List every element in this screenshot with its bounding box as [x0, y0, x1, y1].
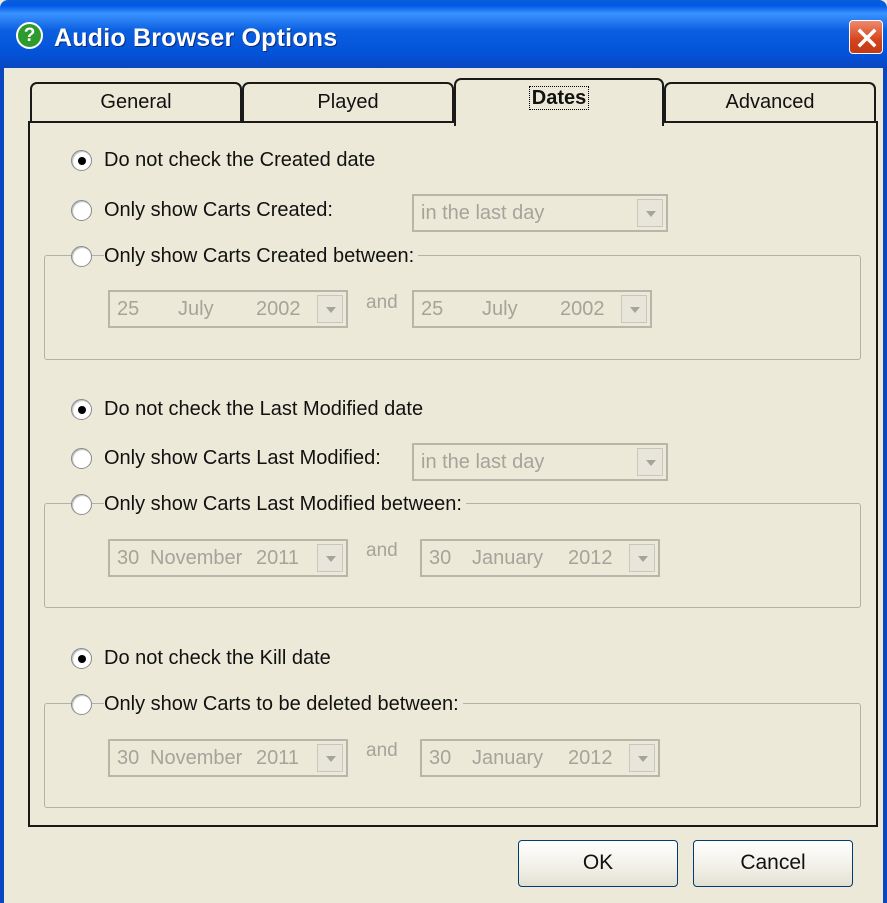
- created-only-show-option[interactable]: Only show Carts Created:: [71, 196, 337, 224]
- created-to-date-picker[interactable]: 25 July 2002: [412, 290, 652, 328]
- created-from-month: July: [178, 298, 214, 320]
- created-from-day: 25: [117, 298, 140, 320]
- cancel-button[interactable]: Cancel: [693, 840, 853, 887]
- kill-to-day: 30: [429, 747, 452, 769]
- created-no-check-radio[interactable]: [71, 149, 92, 171]
- kill-from-day: 30: [117, 747, 140, 769]
- modified-from-date-picker[interactable]: 30 November 2011: [108, 539, 348, 577]
- chevron-down-icon[interactable]: [317, 544, 343, 572]
- title-bar: ? Audio Browser Options: [0, 0, 887, 68]
- close-button[interactable]: [849, 20, 883, 54]
- modified-only-show-radio[interactable]: [71, 447, 92, 469]
- modified-from-month: November: [150, 547, 243, 569]
- chevron-down-icon[interactable]: [621, 295, 647, 323]
- modified-to-year: 2012: [568, 547, 613, 569]
- tab-played-label: Played: [317, 91, 379, 113]
- created-only-show-radio[interactable]: [71, 199, 92, 221]
- modified-period-value: in the last day: [421, 451, 545, 473]
- window-title: Audio Browser Options: [54, 24, 338, 52]
- created-period-value: in the last day: [421, 202, 545, 224]
- window-border-left: [0, 68, 4, 903]
- chevron-down-icon[interactable]: [629, 544, 655, 572]
- created-between-option[interactable]: Only show Carts Created between:: [71, 242, 419, 270]
- kill-to-date-picker[interactable]: 30 January 2012: [420, 739, 660, 777]
- created-and-label: and: [366, 292, 398, 313]
- modified-only-show-option[interactable]: Only show Carts Last Modified:: [71, 444, 385, 472]
- tab-advanced[interactable]: Advanced: [664, 82, 876, 122]
- chevron-down-icon[interactable]: [637, 448, 663, 476]
- chevron-down-icon[interactable]: [317, 295, 343, 323]
- modified-from-day: 30: [117, 547, 140, 569]
- ok-button[interactable]: OK: [518, 840, 678, 887]
- modified-no-check-label: Do not check the Last Modified date: [104, 397, 428, 421]
- kill-from-date-picker[interactable]: 30 November 2011: [108, 739, 348, 777]
- modified-no-check-radio[interactable]: [71, 398, 92, 420]
- tab-played[interactable]: Played: [242, 82, 454, 122]
- created-to-day: 25: [421, 298, 444, 320]
- kill-no-check-radio[interactable]: [71, 647, 92, 669]
- tab-dates-label: Dates: [528, 86, 590, 110]
- created-period-dropdown[interactable]: in the last day: [412, 194, 668, 232]
- modified-period-dropdown[interactable]: in the last day: [412, 443, 668, 481]
- kill-to-year: 2012: [568, 747, 613, 769]
- kill-to-month: January: [472, 747, 544, 769]
- modified-between-radio[interactable]: [71, 493, 92, 515]
- created-between-label: Only show Carts Created between:: [104, 244, 419, 268]
- modified-to-day: 30: [429, 547, 452, 569]
- created-no-check-option[interactable]: Do not check the Created date: [71, 146, 380, 174]
- kill-and-label: and: [366, 740, 398, 761]
- created-from-year: 2002: [256, 298, 301, 320]
- created-to-month: July: [482, 298, 518, 320]
- modified-to-month: January: [472, 547, 544, 569]
- chevron-down-icon[interactable]: [629, 744, 655, 772]
- modified-between-option[interactable]: Only show Carts Last Modified between:: [71, 490, 466, 518]
- created-between-radio[interactable]: [71, 245, 92, 267]
- modified-no-check-option[interactable]: Do not check the Last Modified date: [71, 395, 428, 423]
- help-icon: ?: [16, 22, 43, 49]
- kill-between-radio[interactable]: [71, 693, 92, 715]
- tab-general-label: General: [100, 91, 172, 113]
- kill-between-option[interactable]: Only show Carts to be deleted between:: [71, 690, 463, 718]
- window-border-right: [883, 68, 887, 903]
- tab-dates[interactable]: Dates: [454, 78, 664, 126]
- chevron-down-icon[interactable]: [637, 199, 663, 227]
- kill-between-label: Only show Carts to be deleted between:: [104, 692, 463, 716]
- created-from-date-picker[interactable]: 25 July 2002: [108, 290, 348, 328]
- kill-no-check-option[interactable]: Do not check the Kill date: [71, 644, 335, 672]
- modified-to-date-picker[interactable]: 30 January 2012: [420, 539, 660, 577]
- kill-from-month: November: [150, 747, 243, 769]
- kill-from-year: 2011: [256, 747, 300, 769]
- created-to-year: 2002: [560, 298, 605, 320]
- tab-advanced-label: Advanced: [725, 91, 815, 113]
- close-icon: [857, 28, 877, 48]
- tab-general[interactable]: General: [30, 82, 242, 122]
- created-no-check-label: Do not check the Created date: [104, 148, 380, 172]
- created-only-show-label: Only show Carts Created:: [104, 198, 337, 222]
- modified-from-year: 2011: [256, 547, 300, 569]
- kill-no-check-label: Do not check the Kill date: [104, 646, 335, 670]
- modified-and-label: and: [366, 540, 398, 561]
- modified-only-show-label: Only show Carts Last Modified:: [104, 446, 385, 470]
- modified-between-label: Only show Carts Last Modified between:: [104, 492, 466, 516]
- chevron-down-icon[interactable]: [317, 744, 343, 772]
